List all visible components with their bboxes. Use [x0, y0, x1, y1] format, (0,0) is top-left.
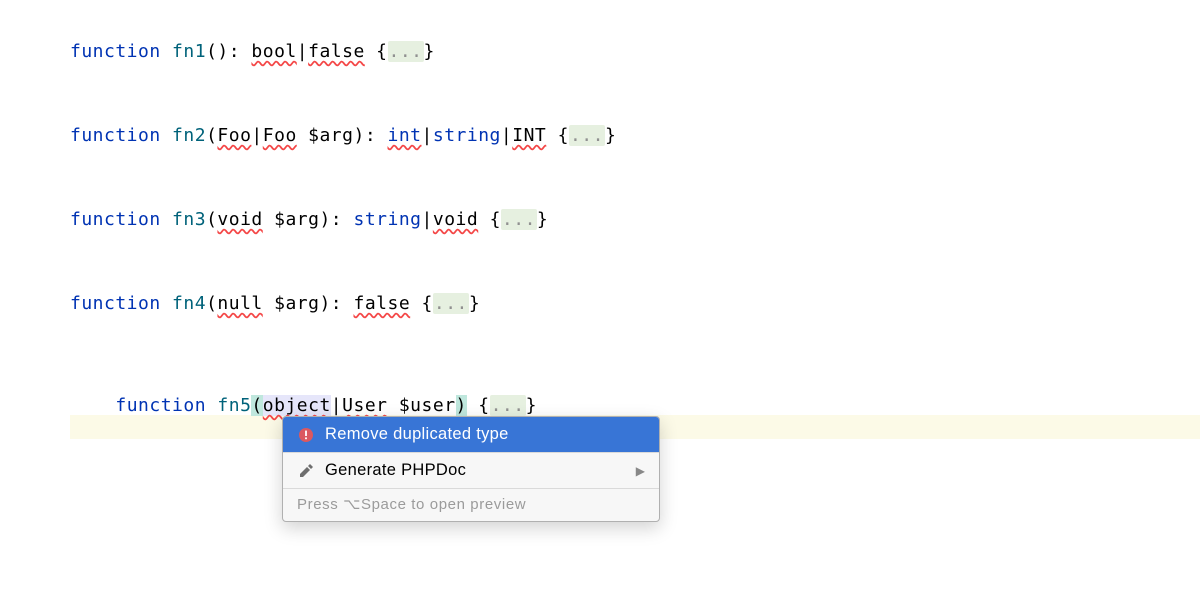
return-type: void [433, 209, 478, 230]
keyword-function: function [70, 293, 161, 314]
return-type: false [308, 41, 365, 62]
keyword-function: function [70, 41, 161, 62]
function-name: fn1 [172, 41, 206, 62]
return-type: INT [512, 125, 546, 146]
return-type: string [433, 125, 501, 146]
param-name: $arg [308, 125, 353, 146]
function-name: fn4 [172, 293, 206, 314]
code-fold[interactable]: ... [569, 125, 605, 146]
keyword-function: function [115, 395, 206, 416]
param-type: object [263, 395, 331, 416]
param-name: $arg [274, 209, 319, 230]
keyword-function: function [70, 125, 161, 146]
param-type: null [217, 293, 262, 314]
function-name: fn5 [217, 395, 251, 416]
param-type: void [217, 209, 262, 230]
param-type: Foo [263, 125, 297, 146]
code-line[interactable]: function fn5(object|User $user) {...} [70, 379, 1200, 403]
pencil-icon [297, 462, 315, 480]
function-name: fn2 [172, 125, 206, 146]
intention-label: Generate PHPDoc [325, 461, 626, 480]
code-fold[interactable]: ... [433, 293, 469, 314]
param-name: $user [399, 395, 456, 416]
code-fold[interactable]: ... [501, 209, 537, 230]
intention-actions-popup: Remove duplicated type Generate PHPDoc ▶… [282, 416, 660, 522]
return-type: int [388, 125, 422, 146]
submenu-arrow-icon: ▶ [636, 464, 645, 478]
code-line[interactable]: function fn1(): bool|false {...} [70, 43, 1200, 67]
error-circle-icon [297, 426, 315, 444]
code-line[interactable]: function fn3(void $arg): string|void {..… [70, 211, 1200, 235]
intention-label: Remove duplicated type [325, 425, 645, 444]
code-editor[interactable]: function fn1(): bool|false {...} functio… [0, 0, 1200, 403]
code-fold[interactable]: ... [388, 41, 424, 62]
code-fold[interactable]: ... [490, 395, 526, 416]
intention-remove-duplicated-type[interactable]: Remove duplicated type [283, 417, 659, 452]
param-name: $arg [274, 293, 319, 314]
keyword-function: function [70, 209, 161, 230]
code-line[interactable]: function fn2(Foo|Foo $arg): int|string|I… [70, 127, 1200, 151]
function-name: fn3 [172, 209, 206, 230]
return-type: bool [251, 41, 296, 62]
code-line[interactable]: function fn4(null $arg): false {...} [70, 295, 1200, 319]
intention-generate-phpdoc[interactable]: Generate PHPDoc ▶ [283, 453, 659, 488]
popup-hint: Press ⌥Space to open preview [283, 489, 659, 521]
param-type: User [342, 395, 387, 416]
return-type: false [353, 293, 410, 314]
return-type: string [353, 209, 421, 230]
param-type: Foo [217, 125, 251, 146]
